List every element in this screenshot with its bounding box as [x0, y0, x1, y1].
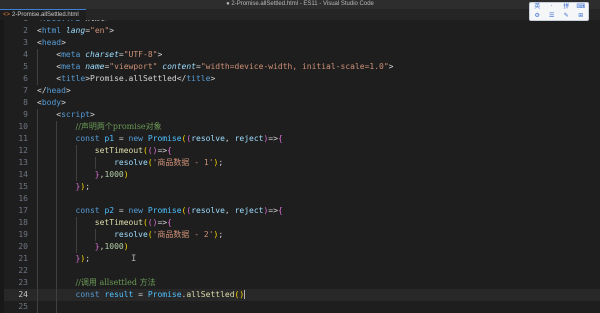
code-text[interactable]: }); — [37, 181, 90, 193]
code-line[interactable]: 17 const p2 = new Promise((resolve, reje… — [4, 205, 600, 217]
ime-item[interactable]: ☰ — [549, 12, 554, 20]
line-number: 22 — [18, 266, 28, 275]
line-number: 13 — [18, 158, 28, 167]
line-number: 2 — [23, 26, 28, 35]
indent-guide — [37, 109, 38, 313]
indent-guide — [94, 229, 96, 241]
code-line[interactable]: 23 //调用 allsettled 方法 — [4, 277, 600, 289]
code-text[interactable]: const p1 = new Promise((resolve, reject)… — [37, 133, 283, 145]
tab-bar: <> 2-Promise.allSettled.html — [0, 9, 600, 20]
code-line[interactable]: 8 <body> — [4, 97, 600, 109]
code-line[interactable]: 13 resolve('商品数据 - 1'); — [4, 157, 600, 169]
line-number: 6 — [23, 74, 28, 83]
line-number: 24 — [18, 290, 28, 299]
ime-item[interactable]: ⌨ — [576, 3, 585, 11]
code-line[interactable]: 4 <meta charset="UTF-8"> — [4, 49, 600, 61]
code-line[interactable]: 22 — [4, 265, 600, 277]
window-title: ● 2-Promise.allSettled.html - ES11 - Vis… — [0, 0, 600, 9]
code-text[interactable]: const p2 = new Promise((resolve, reject)… — [37, 205, 283, 217]
code-line[interactable]: 10 //声明两个promise对象 — [4, 121, 600, 133]
code-line[interactable]: 2 <html lang="en"> — [4, 25, 600, 37]
line-number: 12 — [18, 146, 28, 155]
line-number: 5 — [23, 62, 28, 71]
code-line[interactable]: 16 — [4, 193, 600, 205]
code-line[interactable]: 20 },1000) — [4, 241, 600, 253]
html-file-icon: <> — [3, 12, 11, 18]
line-number: 3 — [23, 38, 28, 47]
code-text[interactable]: },1000) — [37, 241, 129, 253]
code-text[interactable]: resolve('商品数据 - 1'); — [37, 157, 223, 169]
code-line[interactable]: 18 setTimeout(()=>{ — [4, 217, 600, 229]
code-line[interactable]: 14 },1000) — [4, 169, 600, 181]
code-line[interactable]: 9 <script> — [4, 109, 600, 121]
code-line[interactable]: 19 resolve('商品数据 - 2'); — [4, 229, 600, 241]
code-text[interactable]: <html lang="en"> — [37, 25, 114, 37]
code-text[interactable]: }); — [37, 253, 90, 265]
line-number: 15 — [18, 182, 28, 191]
code-text[interactable]: },1000) — [37, 169, 129, 181]
code-text[interactable]: <title>Promise.allSettled</title> — [37, 73, 215, 85]
indent-guide — [75, 145, 77, 181]
line-number: 17 — [18, 206, 28, 215]
code-line[interactable]: 5 <meta name="viewport" content="width=d… — [4, 61, 600, 73]
ime-item[interactable]: ⚙ — [535, 12, 540, 20]
code-line[interactable]: 6 <title>Promise.allSettled</title> — [4, 73, 600, 85]
line-number: 11 — [18, 134, 28, 143]
ime-item[interactable]: 英 — [534, 3, 540, 11]
line-number: 25 — [18, 302, 28, 311]
ime-item[interactable]: · — [551, 3, 553, 11]
code-line[interactable]: 24 const result = Promise.allSettled() — [4, 289, 600, 301]
code-text[interactable]: //调用 allsettled 方法 — [37, 277, 156, 289]
code-line[interactable]: 7 </head> — [4, 85, 600, 97]
code-text[interactable]: <body> — [37, 97, 66, 109]
indent-guide — [37, 49, 38, 85]
line-number: 23 — [18, 278, 28, 287]
line-number: 9 — [23, 110, 28, 119]
line-number: 18 — [18, 218, 28, 227]
code-text[interactable]: </head> — [37, 85, 71, 97]
tab-label: 2-Promise.allSettled.html — [12, 12, 79, 18]
code-text[interactable]: const result = Promise.allSettled() — [37, 289, 246, 301]
indent-guide — [56, 121, 58, 313]
ime-item[interactable]: ⊞ — [578, 12, 583, 20]
code-line[interactable]: 12 setTimeout(()=>{ — [4, 145, 600, 157]
code-text[interactable]: <meta charset="UTF-8"> — [37, 49, 162, 61]
code-text[interactable]: <script> — [37, 109, 95, 121]
indent-guide — [94, 157, 96, 169]
line-number: 19 — [18, 230, 28, 239]
code-line[interactable]: 3 <head> — [4, 37, 600, 49]
line-number: 16 — [18, 194, 28, 203]
line-number: 14 — [18, 170, 28, 179]
code-line[interactable]: 15 }); — [4, 181, 600, 193]
code-text[interactable]: resolve('商品数据 - 2'); — [37, 229, 223, 241]
code-text[interactable]: <head> — [37, 37, 66, 49]
code-line[interactable]: 25 — [4, 301, 600, 313]
code-line[interactable]: 11 const p1 = new Promise((resolve, reje… — [4, 133, 600, 145]
editor-tab[interactable]: <> 2-Promise.allSettled.html — [0, 9, 86, 20]
indent-guide — [75, 217, 77, 253]
ime-item[interactable]: 拼 — [563, 3, 569, 11]
line-number: 4 — [23, 50, 28, 59]
line-number: 20 — [18, 242, 28, 251]
ime-toolbar[interactable]: 英 · 拼 ⌨ ⚙ ☰ ✎ ⊞ — [529, 2, 589, 21]
ime-item[interactable]: ✎ — [564, 12, 569, 20]
line-number: 8 — [23, 98, 28, 107]
line-number: 21 — [18, 254, 28, 263]
line-number: 10 — [18, 122, 28, 131]
code-text[interactable]: <meta name="viewport" content="width=dev… — [37, 61, 393, 73]
text-caret — [244, 290, 246, 299]
code-line[interactable]: 21 }); — [4, 253, 600, 265]
line-number: 7 — [23, 86, 28, 95]
code-editor[interactable]: 1<!DOCTYPE html>2<html lang="en">3<head>… — [4, 20, 600, 313]
text-cursor-icon: I — [131, 254, 137, 264]
